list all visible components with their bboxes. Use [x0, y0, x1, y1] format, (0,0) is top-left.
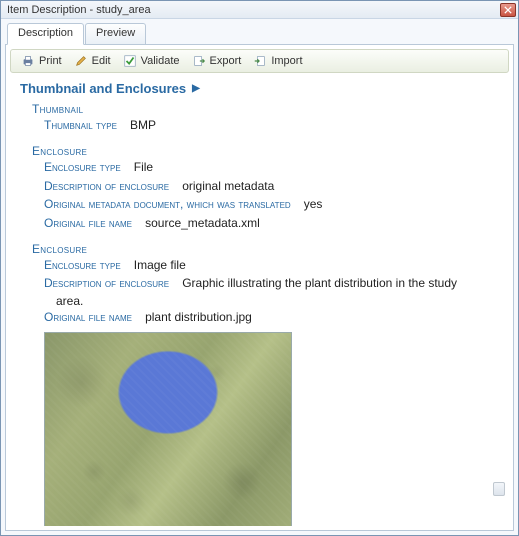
window-frame: Item Description - study_area Descriptio…: [0, 0, 519, 536]
button-label: Validate: [141, 55, 180, 67]
close-button[interactable]: [500, 3, 516, 17]
button-label: Edit: [92, 55, 111, 67]
tab-strip: Description Preview: [5, 23, 514, 45]
field-value: yes: [304, 197, 323, 211]
export-button[interactable]: Export: [186, 52, 248, 70]
field-value: File: [134, 160, 153, 174]
tab-label: Preview: [96, 27, 135, 39]
toolbar: Print Edit Validate: [10, 49, 509, 73]
field-label: Enclosure type: [44, 258, 121, 272]
field-value: Graphic illustrating the plant distribut…: [182, 276, 457, 290]
field-value: source_metadata.xml: [145, 216, 260, 230]
tab-preview[interactable]: Preview: [85, 23, 146, 45]
window-title: Item Description - study_area: [7, 4, 500, 16]
print-button[interactable]: Print: [15, 52, 68, 70]
expand-icon: ▶: [192, 83, 200, 94]
validate-button[interactable]: Validate: [117, 52, 186, 70]
group-heading: Enclosure: [32, 144, 499, 158]
field-label: Original metadata document, which was tr…: [44, 197, 291, 211]
export-icon: [192, 54, 206, 68]
field-label: Description of enclosure: [44, 179, 169, 193]
tab-label: Description: [18, 27, 73, 39]
enclosure-group: Enclosure Enclosure type File Descriptio…: [32, 144, 499, 232]
group-heading: Thumbnail: [32, 102, 499, 116]
button-label: Export: [210, 55, 242, 67]
field-label: Description of enclosure: [44, 276, 169, 290]
field-value: BMP: [130, 118, 156, 132]
close-icon: [504, 6, 512, 14]
field-value-cont: area.: [56, 294, 499, 308]
field-value: Image file: [134, 258, 186, 272]
field-label: Original file name: [44, 310, 132, 324]
titlebar: Item Description - study_area: [1, 1, 518, 19]
pencil-icon: [74, 54, 88, 68]
group-heading: Enclosure: [32, 242, 499, 256]
import-icon: [253, 54, 267, 68]
field-label: Enclosure type: [44, 160, 121, 174]
content-area: Thumbnail and Enclosures ▶ Thumbnail Thu…: [10, 73, 509, 526]
field-label: Thumbnail type: [44, 118, 117, 132]
enclosure-group: Enclosure Enclosure type Image file Desc…: [32, 242, 499, 526]
section-header[interactable]: Thumbnail and Enclosures ▶: [20, 81, 499, 96]
import-button[interactable]: Import: [247, 52, 308, 70]
button-label: Import: [271, 55, 302, 67]
thumbnail-group: Thumbnail Thumbnail type BMP: [32, 102, 499, 134]
button-label: Print: [39, 55, 62, 67]
client-area: Description Preview Print: [1, 19, 518, 535]
check-icon: [123, 54, 137, 68]
field-label: Original file name: [44, 216, 132, 230]
tab-pane: Print Edit Validate: [5, 44, 514, 531]
enclosure-image: [44, 332, 292, 526]
field-value: original metadata: [182, 179, 274, 193]
scroll-handle[interactable]: [493, 482, 505, 496]
tab-description[interactable]: Description: [7, 23, 84, 45]
print-icon: [21, 54, 35, 68]
field-value: plant distribution.jpg: [145, 310, 252, 324]
section-title: Thumbnail and Enclosures: [20, 81, 186, 96]
edit-button[interactable]: Edit: [68, 52, 117, 70]
